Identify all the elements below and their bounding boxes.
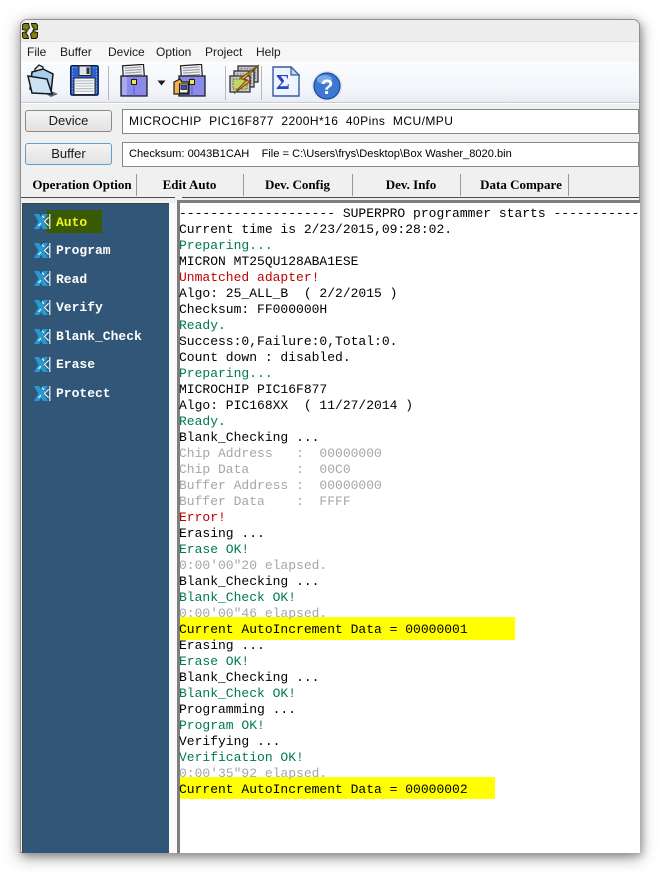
svg-text:Σ: Σ (276, 70, 290, 94)
svg-text:?: ? (321, 76, 334, 99)
